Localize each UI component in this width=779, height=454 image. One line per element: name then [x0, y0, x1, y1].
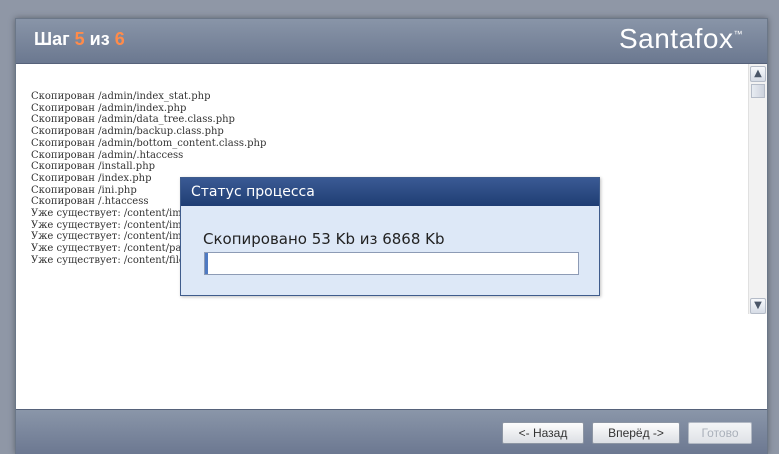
progress-fill — [205, 253, 208, 274]
process-status-dialog: Статус процесса Скопировано 53 Kb из 686… — [180, 177, 600, 296]
back-button[interactable]: <- Назад — [502, 422, 584, 444]
header-bar: Шаг 5 из 6 Santafox™ — [16, 19, 767, 64]
log-line: Скопирован /admin/backup.class.php — [31, 126, 224, 138]
log-line: Скопирован /admin/index_stat.php — [31, 91, 211, 102]
brand-logo: Santafox™ — [619, 23, 743, 55]
step-prefix: Шаг — [34, 29, 70, 49]
chevron-down-icon: ▼ — [754, 300, 762, 311]
log-line: Скопирован /install.php — [31, 161, 156, 173]
step-total: 6 — [114, 29, 125, 49]
scroll-up-button[interactable]: ▲ — [750, 66, 766, 82]
done-button[interactable]: Готово — [688, 422, 752, 444]
chevron-up-icon: ▲ — [754, 68, 762, 79]
next-button[interactable]: Вперёд -> — [592, 422, 680, 444]
brand-tm: ™ — [733, 29, 743, 39]
step-indicator: Шаг 5 из 6 — [34, 29, 125, 50]
scroll-down-button[interactable]: ▼ — [750, 298, 766, 314]
log-line: Скопирован /admin/index.php — [31, 102, 187, 114]
log-line: Скопирован /admin/data_tree.class.php — [31, 114, 235, 126]
progress-status-text: Скопировано 53 Kb из 6868 Kb — [203, 230, 445, 248]
step-separator: из — [89, 29, 110, 49]
log-line: Скопирован /admin/bottom_content.class.p… — [31, 137, 267, 149]
progress-bar — [204, 252, 579, 275]
log-scrollbar[interactable]: ▲ ▼ — [748, 64, 767, 314]
log-line: Скопирован /admin/.htaccess — [31, 149, 184, 161]
scroll-thumb[interactable] — [751, 84, 765, 98]
footer-bar: <- Назад Вперёд -> Готово — [16, 409, 767, 454]
step-current: 5 — [74, 29, 85, 49]
dialog-title: Статус процесса — [181, 178, 599, 206]
brand-name: Santafox — [618, 23, 734, 54]
